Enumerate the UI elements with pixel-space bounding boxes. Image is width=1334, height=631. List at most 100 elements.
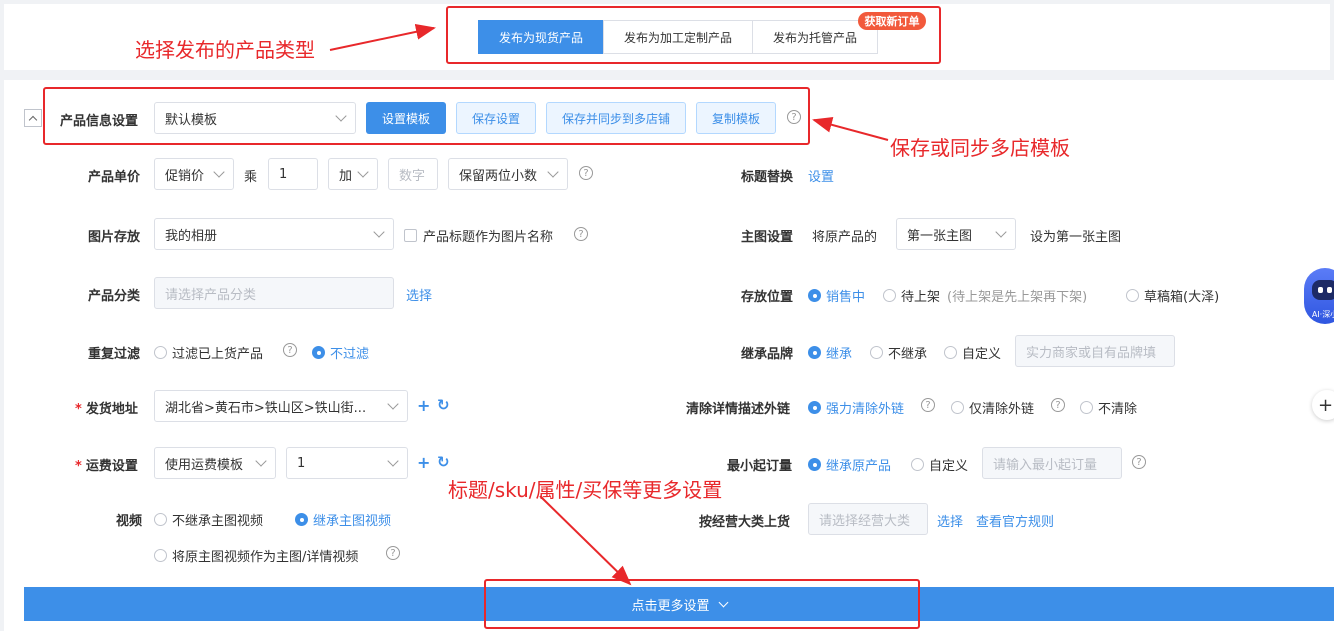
chevron-down-icon [995,226,1007,238]
new-order-badge[interactable]: 获取新订单 [858,12,926,30]
number-input[interactable]: 数字 [388,158,438,190]
refresh-icon[interactable]: ↻ [437,396,450,414]
shipping-template-select[interactable]: 1 [286,447,408,479]
radio-dot[interactable] [808,458,821,471]
main-image-select[interactable]: 第一张主图 [896,218,1016,250]
radio-dot[interactable] [870,346,883,359]
radio-video-inherit[interactable]: 继承主图视频 [295,510,391,529]
brand-input[interactable]: 实力商家或自有品牌填 [1015,335,1175,367]
question-circle-icon[interactable]: ? [579,166,593,180]
question-circle-icon[interactable]: ? [787,110,801,124]
multiply-text: 乘 [244,170,258,185]
chevron-down-icon [335,110,347,122]
radio-label: 继承主图视频 [313,514,392,529]
radio-brand-no-inherit[interactable]: 不继承 [870,343,927,362]
set-template-button[interactable]: 设置模板 [366,102,446,134]
operator-select[interactable]: 加 [328,158,378,190]
title-as-image-name-checkbox[interactable]: 产品标题作为图片名称 [404,226,553,245]
question-circle-icon[interactable]: ? [386,546,400,560]
price-type-select[interactable]: 促销价 [154,158,234,190]
checkbox-label: 产品标题作为图片名称 [423,230,554,245]
category-label: 产品分类 [88,289,141,304]
floating-plus-button[interactable]: + [1312,390,1334,420]
category-upload-select-link[interactable]: 选择 [937,511,963,530]
chevron-down-icon [373,226,385,238]
title-replace-link[interactable]: 设置 [808,166,834,185]
radio-dot[interactable] [883,289,896,302]
template-select[interactable]: 默认模板 [154,102,356,134]
image-store-label: 图片存放 [88,230,141,245]
chevron-down-icon [213,166,225,178]
radio-no-clear[interactable]: 不清除 [1080,398,1137,417]
save-sync-button[interactable]: 保存并同步到多店铺 [546,102,686,134]
radio-dot[interactable] [295,513,308,526]
address-label: * 发货地址 [75,398,138,417]
plus-icon[interactable]: + [417,453,430,472]
ai-assistant-button[interactable]: AI·深小 [1304,268,1334,324]
radio-dot[interactable] [1080,401,1093,414]
image-store-select[interactable]: 我的相册 [154,218,394,250]
decimal-select[interactable]: 保留两位小数 [448,158,568,190]
tab-publish-custom[interactable]: 发布为加工定制产品 [603,20,753,54]
address-value: 湖北省>黄石市>铁山区>铁山街... [165,400,367,416]
radio-clear-only[interactable]: 仅清除外链 [951,398,1034,417]
question-circle-icon[interactable]: ? [283,343,297,357]
radio-video-no-inherit[interactable]: 不继承主图视频 [154,510,263,529]
plus-icon[interactable]: + [417,396,430,415]
radio-on-sale[interactable]: 销售中 [808,286,865,305]
ai-robot-icon [1312,280,1334,300]
question-circle-icon[interactable]: ? [574,227,588,241]
radio-no-filter[interactable]: 不过滤 [312,343,369,362]
radio-dot[interactable] [808,346,821,359]
address-label-text: 发货地址 [85,402,138,417]
radio-dot[interactable] [154,549,167,562]
official-rules-link[interactable]: 查看官方规则 [976,511,1054,530]
multiply-input[interactable]: 1 [268,158,318,190]
radio-pending[interactable]: 待上架 [883,286,940,305]
radio-video-as-main[interactable]: 将原主图视频作为主图/详情视频 [154,546,358,565]
radio-dot[interactable] [808,289,821,302]
main-image-suffix: 设为第一张主图 [1030,230,1122,245]
question-circle-icon[interactable]: ? [1051,398,1065,412]
refresh-icon[interactable]: ↻ [437,453,450,471]
shipping-type-select[interactable]: 使用运费模板 [154,447,276,479]
tab-publish-spot[interactable]: 发布为现货产品 [478,20,604,54]
radio-draft[interactable]: 草稿箱(大泽) [1126,286,1219,305]
collapse-button[interactable] [24,109,42,127]
radio-min-custom[interactable]: 自定义 [911,455,968,474]
radio-dot[interactable] [154,513,167,526]
question-circle-icon[interactable]: ? [1132,455,1146,469]
radio-min-inherit[interactable]: 继承原产品 [808,455,891,474]
radio-dot[interactable] [154,346,167,359]
address-select[interactable]: 湖北省>黄石市>铁山区>铁山街... [154,390,408,422]
category-input[interactable]: 请选择产品分类 [154,277,394,309]
radio-dot[interactable] [312,346,325,359]
radio-dot[interactable] [808,401,821,414]
shipping-type-value: 使用运费模板 [165,457,244,473]
copy-template-button[interactable]: 复制模板 [696,102,776,134]
category-select-link[interactable]: 选择 [406,285,432,304]
collapse-up-icon [28,115,38,124]
radio-label: 不继承 [888,347,928,362]
question-circle-icon[interactable]: ? [921,398,935,412]
min-order-input[interactable]: 请输入最小起订量 [982,447,1122,479]
radio-label: 自定义 [929,459,969,474]
radio-brand-inherit[interactable]: 继承 [808,343,852,362]
radio-brand-custom[interactable]: 自定义 [944,343,1001,362]
radio-label: 不继承主图视频 [172,514,264,529]
checkbox-box[interactable] [404,229,417,242]
radio-filter-uploaded[interactable]: 过滤已上货产品 [154,343,263,362]
radio-dot[interactable] [944,346,957,359]
dup-filter-label: 重复过滤 [88,347,141,362]
category-upload-input[interactable]: 请选择经营大类 [808,503,928,535]
radio-dot[interactable] [911,458,924,471]
chevron-down-icon [547,166,559,178]
shipping-template-value: 1 [297,455,306,471]
radio-dot[interactable] [1126,289,1139,302]
radio-force-clear[interactable]: 强力清除外链 [808,398,904,417]
more-settings-button[interactable]: 点击更多设置 [24,587,1334,621]
radio-dot[interactable] [951,401,964,414]
save-settings-button[interactable]: 保存设置 [456,102,536,134]
main-image-label: 主图设置 [741,230,794,245]
radio-label: 不过滤 [330,347,370,362]
